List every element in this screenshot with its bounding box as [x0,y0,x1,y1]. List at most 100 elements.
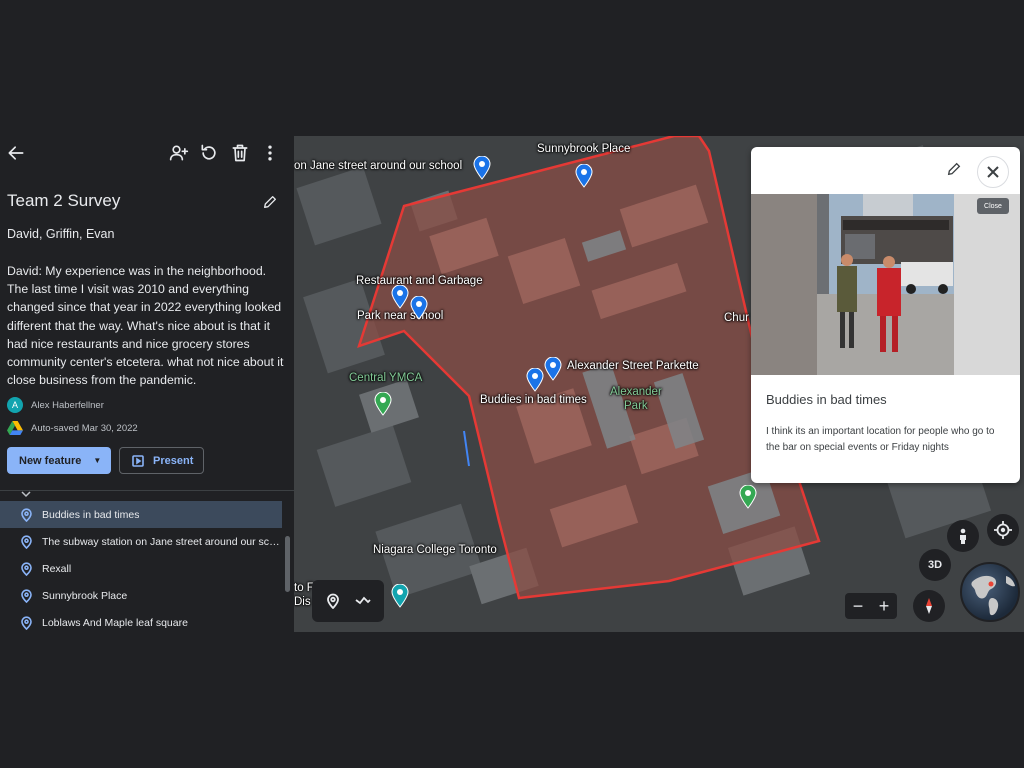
placemark-icon [327,593,339,609]
map-marker-icon [544,356,562,381]
zoom-control: − + [845,593,897,619]
present-icon [132,454,144,467]
feature-label: Loblaws And Maple leaf square [42,616,188,629]
autosave-row: Auto-saved Mar 30, 2022 [7,421,138,435]
map-pin-teal[interactable] [391,583,409,608]
feature-description: I think its an important location for pe… [766,426,995,453]
project-members: David, Griffin, Evan [7,227,115,241]
placemark-icon [21,534,32,549]
map-label-park-school: Park near school [357,310,444,322]
back-button[interactable] [4,141,28,165]
pencil-icon [264,196,276,208]
close-icon [987,166,999,178]
new-feature-label: New feature [19,454,82,467]
feature-label: The subway station on Jane street around… [42,535,282,548]
person-add-icon [169,145,189,161]
placemark-icon [21,615,32,630]
map-pin-sunnybrook[interactable] [575,163,593,188]
feature-label: Buddies in bad times [42,508,140,521]
map-pin-restaurant[interactable] [391,284,409,309]
more-vert-icon [268,145,272,161]
project-panel: Team 2 Survey David, Griffin, Evan David… [0,136,294,632]
delete-button[interactable] [228,141,252,165]
zoom-out-button[interactable]: − [853,597,864,615]
placemark-icon [21,561,32,576]
compass-button[interactable] [913,590,945,622]
map-label-niagara: Niagara College Toronto [373,544,497,556]
drawing-tools [312,580,384,622]
new-feature-button[interactable]: New feature ▼ [7,447,111,474]
present-button[interactable]: Present [119,447,204,474]
add-placemark-button[interactable] [323,591,343,611]
map-label-alexander-parkette: Alexander Street Parkette [567,360,699,372]
more-options-button[interactable] [258,141,282,165]
map-pin-park-school[interactable] [410,295,428,320]
my-location-button[interactable] [987,514,1019,546]
close-card-button[interactable] [977,156,1009,188]
map-label-chur: Chur [724,312,749,324]
map-marker-icon [374,391,392,416]
history-button[interactable] [197,141,221,165]
placemark-icon [21,507,32,522]
map-label-alexander-park-2: Park [624,400,648,412]
avatar: A [7,397,23,413]
feature-list-item[interactable]: The subway station on Jane street around… [0,528,282,555]
map-label-edge-2: Dis [294,596,311,608]
placemark-icon [21,588,32,603]
restore-icon [201,144,216,160]
chevron-down-icon [21,491,31,498]
map-label-sunnybrook: Sunnybrook Place [537,143,631,155]
trash-icon [232,144,248,162]
caret-down-icon: ▼ [93,456,102,465]
collapse-button[interactable] [20,486,32,498]
map-pin-ymca[interactable] [374,391,392,416]
map-pin-alexander-parkette[interactable] [544,356,562,381]
compass-icon [926,598,932,614]
feature-list-item[interactable]: Sunnybrook Place [0,582,282,609]
share-button[interactable] [167,141,191,165]
path-icon [355,596,371,605]
google-drive-icon [7,421,23,435]
arrow-back-icon [8,146,24,160]
project-description: David: My experience was in the neighbor… [7,264,284,388]
map-label-restaurant: Restaurant and Garbage [356,275,483,287]
map-marker-icon [391,284,409,309]
map-marker-icon [526,367,544,392]
pencil-icon [947,162,961,176]
zoom-in-button[interactable]: + [879,597,890,615]
feature-label: Rexall [42,562,72,575]
edit-project-button[interactable] [258,190,282,214]
map-label-edge-1: to F [294,582,314,594]
street-photo-image [751,194,1020,375]
map-pin-green[interactable] [739,484,757,509]
my-location-icon [994,521,1012,539]
toggle-3d-button[interactable]: 3D [919,549,951,581]
scrollbar[interactable] [285,536,290,592]
pegman-icon [960,528,966,544]
map-pin-subway[interactable] [473,155,491,180]
map-label-subway: on Jane street around our school [294,160,463,172]
feature-list-item[interactable]: Rexall [0,555,282,582]
feature-list-item[interactable]: Buddies in bad times [0,501,282,528]
map-pin-buddies[interactable] [526,367,544,392]
author-row: A Alex Haberfellner [7,397,104,413]
street-view-button[interactable] [947,520,979,552]
author-name: Alex Haberfellner [31,399,104,411]
feature-list: Buddies in bad times The subway station o… [0,501,282,636]
edit-feature-button[interactable] [946,161,966,181]
globe-minimap[interactable] [960,562,1020,622]
map-marker-icon [473,155,491,180]
map-marker-icon [391,583,409,608]
divider [0,490,294,491]
map-label-ymca: Central YMCA [349,372,423,384]
feature-photo [751,194,1020,375]
feature-list-item[interactable]: Loblaws And Maple leaf square [0,609,282,636]
map-label-buddies: Buddies in bad times [480,394,587,406]
feature-title: Buddies in bad times [766,392,887,407]
draw-path-button[interactable] [353,591,373,611]
feature-info-card: Close Buddies in bad times I think its a… [751,147,1020,483]
map-label-alexander-park-1: Alexander [610,386,662,398]
map-marker-icon [575,163,593,188]
close-tooltip: Close [977,198,1009,214]
map-marker-icon [410,295,428,320]
